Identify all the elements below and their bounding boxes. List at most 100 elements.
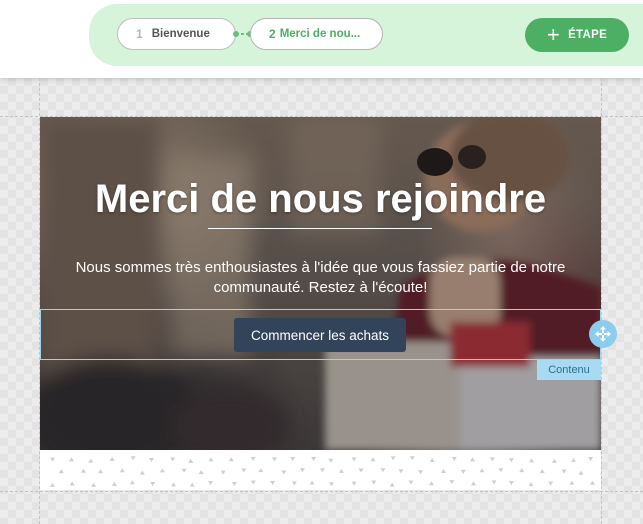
guide-line-right	[601, 78, 602, 524]
step-label: Merci de nou...	[279, 28, 361, 40]
pattern-triangle	[111, 481, 117, 486]
steps-panel: 1 Bienvenue 2 Merci de nou... + ÉTAPE	[89, 4, 643, 66]
pattern-triangle	[328, 458, 334, 463]
pattern-triangle	[370, 457, 376, 462]
pattern-triangle	[189, 482, 195, 487]
pattern-triangle	[470, 481, 476, 486]
pattern-triangle	[529, 458, 535, 463]
pattern-triangle	[418, 470, 424, 475]
pattern-triangle	[498, 468, 504, 473]
pattern-triangle	[578, 470, 584, 475]
pattern-triangle	[291, 481, 297, 486]
pattern-triangle	[371, 480, 377, 485]
add-step-label: ÉTAPE	[568, 29, 608, 41]
pattern-triangle	[49, 457, 55, 462]
pattern-triangle	[139, 470, 145, 475]
plus-icon: +	[546, 22, 561, 47]
pattern-triangle	[220, 470, 226, 475]
pattern-triangle	[429, 481, 435, 486]
pattern-triangle	[528, 482, 534, 487]
pattern-triangle	[119, 468, 125, 473]
hero-description[interactable]: Nous sommes très enthousiastes à l'idée …	[60, 258, 581, 298]
pattern-triangle	[309, 480, 315, 485]
selected-content-block[interactable]	[40, 309, 601, 360]
pattern-triangle	[49, 482, 55, 487]
pattern-triangle	[171, 482, 177, 487]
pattern-triangle	[170, 457, 176, 462]
pattern-triangle	[258, 468, 264, 473]
pattern-triangle	[198, 470, 204, 475]
pattern-triangle	[241, 468, 247, 473]
pattern-triangle	[491, 480, 497, 485]
pattern-triangle	[69, 481, 75, 486]
add-step-button[interactable]: + ÉTAPE	[525, 18, 629, 52]
step-number: 2	[269, 27, 276, 41]
pattern-triangle	[570, 457, 576, 462]
pattern-triangle	[519, 468, 525, 473]
pattern-triangle	[508, 458, 514, 463]
pattern-triangle	[88, 458, 94, 463]
pattern-triangle	[338, 468, 344, 473]
pattern-triangle	[479, 468, 485, 473]
pattern-triangle	[351, 457, 357, 462]
pattern-triangle	[489, 457, 495, 462]
pattern-triangle	[181, 468, 187, 473]
triangle-pattern	[49, 456, 601, 487]
hero-title[interactable]: Merci de nous rejoindre	[40, 177, 601, 222]
pattern-triangle	[129, 480, 135, 485]
pattern-triangle	[588, 456, 594, 461]
pattern-triangle	[469, 457, 475, 462]
pattern-triangle	[319, 468, 325, 473]
pattern-triangle	[508, 481, 514, 486]
pattern-triangle	[91, 482, 97, 487]
pattern-triangle	[208, 481, 214, 486]
pattern-triangle	[351, 481, 357, 486]
pattern-triangle	[109, 456, 115, 461]
pattern-triangle	[440, 469, 446, 474]
move-icon[interactable]	[589, 320, 617, 348]
pattern-triangle	[311, 457, 317, 462]
block-type-tag[interactable]: Contenu	[537, 360, 601, 380]
pattern-triangle	[271, 457, 277, 462]
top-toolbar: 1 Bienvenue 2 Merci de nou... + ÉTAPE	[0, 0, 643, 78]
pattern-triangle	[148, 458, 154, 463]
hero-section[interactable]: Merci de nous rejoindre Nous sommes très…	[40, 117, 601, 450]
pattern-triangle	[599, 473, 601, 475]
pattern-triangle	[589, 480, 595, 485]
pattern-triangle	[449, 480, 455, 485]
pattern-triangle	[281, 470, 287, 475]
pattern-triangle	[228, 457, 234, 462]
step-tab-2[interactable]: 2 Merci de nou...	[250, 18, 383, 50]
step-tab-1[interactable]: 1 Bienvenue	[117, 18, 236, 50]
pattern-triangle	[130, 456, 136, 461]
step-label: Bienvenue	[151, 28, 210, 40]
title-divider	[208, 228, 432, 229]
pattern-triangle	[328, 482, 334, 487]
pattern-triangle	[159, 468, 165, 473]
pattern-triangle	[389, 482, 395, 487]
pattern-triangle	[451, 456, 457, 461]
pattern-triangle	[569, 480, 575, 485]
pattern-triangle	[208, 457, 214, 462]
pattern-triangle	[250, 456, 256, 461]
pattern-triangle	[270, 480, 276, 485]
pattern-triangle	[68, 457, 74, 462]
pattern-triangle	[390, 456, 396, 461]
pattern-triangle	[460, 469, 466, 474]
step-number: 1	[136, 27, 143, 41]
pattern-triangle	[188, 458, 194, 463]
pattern-triangle	[358, 468, 364, 473]
pattern-triangle	[98, 469, 104, 474]
pattern-triangle	[408, 480, 414, 485]
step-connector	[233, 31, 253, 37]
pattern-triangle	[231, 481, 237, 486]
pattern-triangle	[290, 456, 296, 461]
pattern-triangle	[409, 456, 415, 461]
pattern-triangle	[380, 468, 386, 473]
decorative-pattern-section	[40, 450, 601, 490]
pattern-triangle	[561, 469, 567, 474]
pattern-triangle	[150, 481, 156, 486]
pattern-triangle	[58, 469, 64, 474]
pattern-triangle	[250, 480, 256, 485]
pattern-triangle	[539, 469, 545, 474]
